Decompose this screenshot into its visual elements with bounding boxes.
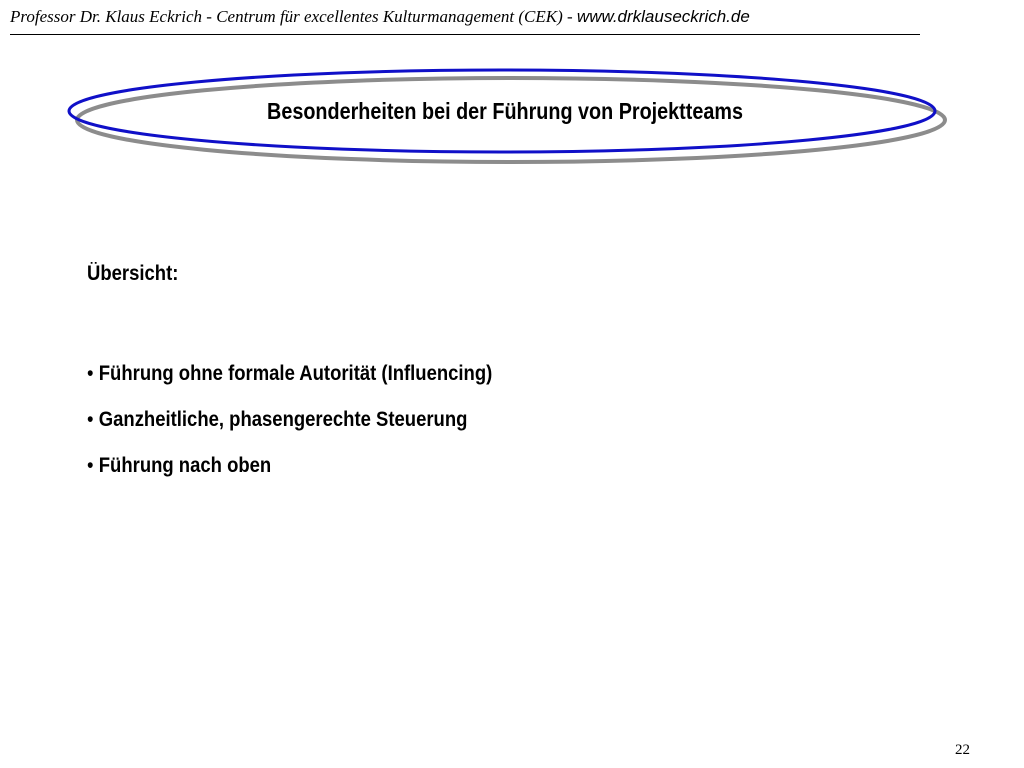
page-number: 22 xyxy=(955,742,970,758)
slide-header: Professor Dr. Klaus Eckrich - Centrum fü… xyxy=(10,4,920,35)
slide-title: Besonderheiten bei der Führung von Proje… xyxy=(267,98,743,124)
bullet-text: Ganzheitliche, phasengerechte Steuerung xyxy=(98,408,468,431)
bullet-glyph: • xyxy=(87,362,94,385)
bullet-text: Führung nach oben xyxy=(98,454,272,477)
bullet-glyph: • xyxy=(87,454,94,477)
bullet-item: • Führung ohne formale Autorität (Influen… xyxy=(87,359,492,405)
header-author-text: Professor Dr. Klaus Eckrich - Centrum fü… xyxy=(10,7,563,26)
bullet-glyph: • xyxy=(87,408,94,431)
header-separator: - xyxy=(562,7,577,26)
bullet-item: • Führung nach oben xyxy=(87,451,492,497)
bullet-text: Führung ohne formale Autorität (Influenc… xyxy=(98,362,493,385)
bullet-list: • Führung ohne formale Autorität (Influen… xyxy=(87,359,548,497)
header-url-link[interactable]: www.drklauseckrich.de xyxy=(577,7,750,26)
bullet-item: • Ganzheitliche, phasengerechte Steuerung xyxy=(87,405,492,451)
overview-heading: Übersicht: xyxy=(87,262,179,285)
